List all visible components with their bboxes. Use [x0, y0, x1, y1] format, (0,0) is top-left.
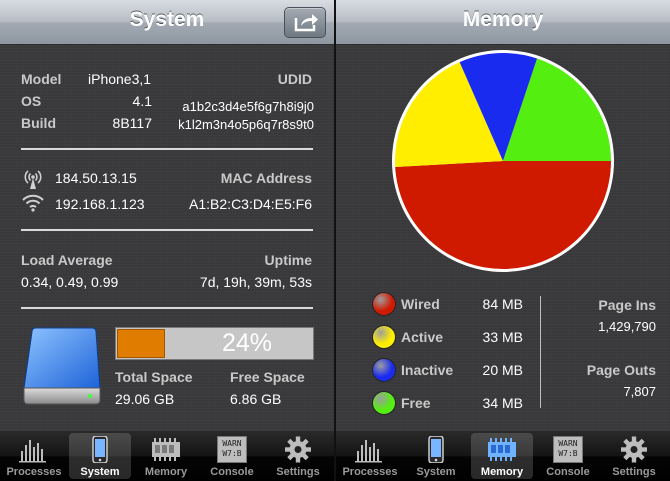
uptime-label: Uptime: [264, 252, 312, 268]
tab-label: Console: [210, 466, 254, 478]
tab-bar: Processes System Memory WARN W7:B Console Sett…: [0, 431, 334, 481]
tab-settings[interactable]: Settings: [603, 433, 665, 479]
udid-value-line2: k1l2m3n4o5p6q7r8s9t0: [178, 117, 314, 132]
mac-address-label: MAC Address: [220, 170, 312, 186]
tab-console[interactable]: WARN W7:B Console: [537, 433, 599, 479]
tab-label: Memory: [480, 466, 524, 478]
model-value: iPhone3,1: [88, 71, 152, 87]
legend-divider: [540, 296, 541, 408]
legend-label-inactive: Inactive: [401, 362, 454, 378]
build-value: 8B117: [112, 115, 152, 131]
legend-swatch-inactive: [373, 359, 395, 381]
section-divider: [21, 148, 313, 150]
legend-label-free: Free: [401, 395, 431, 411]
load-average-label: Load Average: [21, 252, 113, 268]
tab-label: Settings: [276, 466, 320, 478]
gear-icon: [619, 436, 649, 463]
disk-usage-percent: 24%: [221, 329, 273, 357]
legend-value-wired: 84 MB: [482, 296, 523, 312]
free-space-label: Free Space: [230, 369, 305, 385]
section-divider: [21, 229, 313, 231]
page-ins-value: 1,429,790: [598, 319, 656, 334]
cellular-antenna-icon: [24, 170, 42, 189]
tab-system[interactable]: System: [405, 433, 467, 479]
hard-drive-icon: [23, 327, 101, 405]
os-value: 4.1: [132, 93, 152, 109]
model-label: Model: [21, 71, 62, 87]
tab-bar: Processes System Memory WARN W7:B Console Sett…: [336, 431, 670, 481]
system-nav-bar: System: [0, 0, 334, 45]
total-space-label: Total Space: [115, 369, 193, 385]
tab-label: Console: [546, 466, 590, 478]
tab-label: Settings: [612, 466, 656, 478]
console-icon-text: WARN: [558, 439, 578, 448]
mac-address-value: A1:B2:C3:D4:E5:F6: [189, 196, 312, 212]
memory-chip-icon: [151, 436, 181, 463]
console-icon-text: W7:B: [222, 449, 242, 458]
tab-label: Processes: [6, 466, 62, 478]
section-divider: [21, 307, 313, 309]
legend-swatch-active: [373, 326, 395, 348]
gear-icon: [283, 436, 313, 463]
uptime-value: 7d, 19h, 39m, 53s: [199, 274, 312, 290]
share-button[interactable]: [284, 7, 326, 38]
disk-usage-bar: 24%: [115, 327, 314, 360]
console-log-icon: WARN W7:B: [217, 436, 247, 463]
page-outs-label: Page Outs: [586, 362, 656, 378]
legend-swatch-wired: [373, 293, 395, 315]
memory-panel: Memory Wired 84 MB Active 33 MB Inactive 20 M…: [336, 0, 670, 481]
tab-memory[interactable]: Memory: [135, 433, 197, 479]
wifi-icon: [22, 194, 44, 212]
memory-pie-chart: [392, 50, 614, 272]
cellular-ip-value: 184.50.13.15: [55, 170, 137, 186]
console-icon-text: W7:B: [558, 449, 578, 458]
legend-value-active: 33 MB: [482, 329, 523, 345]
bars-chart-icon: [19, 436, 49, 463]
tab-label: System: [416, 466, 456, 478]
tab-label: Memory: [144, 466, 188, 478]
tab-memory[interactable]: Memory: [471, 433, 533, 479]
tab-console[interactable]: WARN W7:B Console: [201, 433, 263, 479]
pie-slice-wired: [395, 161, 611, 270]
share-icon: [294, 14, 318, 32]
load-average-value: 0.34, 0.49, 0.99: [21, 274, 119, 290]
console-log-icon: WARN W7:B: [553, 436, 583, 463]
memory-nav-bar: Memory: [336, 0, 670, 45]
page-outs-value: 7,807: [623, 384, 656, 399]
build-label: Build: [21, 115, 56, 131]
wifi-ip-value: 192.168.1.123: [55, 196, 145, 212]
tab-label: Processes: [342, 466, 398, 478]
free-space-value: 6.86 GB: [230, 391, 282, 407]
page-title: Memory: [462, 8, 544, 31]
tab-processes[interactable]: Processes: [339, 433, 401, 479]
disk-usage-fill: [117, 329, 165, 358]
legend-swatch-free: [373, 392, 395, 414]
legend-value-free: 34 MB: [482, 395, 523, 411]
tab-label: System: [80, 466, 120, 478]
legend-label-wired: Wired: [401, 296, 440, 312]
legend-value-inactive: 20 MB: [482, 362, 523, 378]
console-icon-text: WARN: [222, 439, 242, 448]
os-label: OS: [21, 93, 42, 109]
udid-value-line1: a1b2c3d4e5f6g7h8i9j0: [182, 99, 314, 114]
phone-icon: [421, 435, 451, 464]
bars-chart-icon: [355, 436, 385, 463]
page-ins-label: Page Ins: [598, 297, 656, 313]
tab-settings[interactable]: Settings: [267, 433, 329, 479]
memory-chip-icon: [487, 436, 517, 463]
phone-icon: [85, 435, 115, 464]
legend-label-active: Active: [401, 329, 444, 345]
tab-system[interactable]: System: [69, 433, 131, 479]
total-space-value: 29.06 GB: [115, 391, 175, 407]
tab-processes[interactable]: Processes: [3, 433, 65, 479]
system-panel: System Model iPhone3,1 OS 4.1 Build 8B11…: [0, 0, 334, 481]
udid-label: UDID: [277, 71, 312, 87]
